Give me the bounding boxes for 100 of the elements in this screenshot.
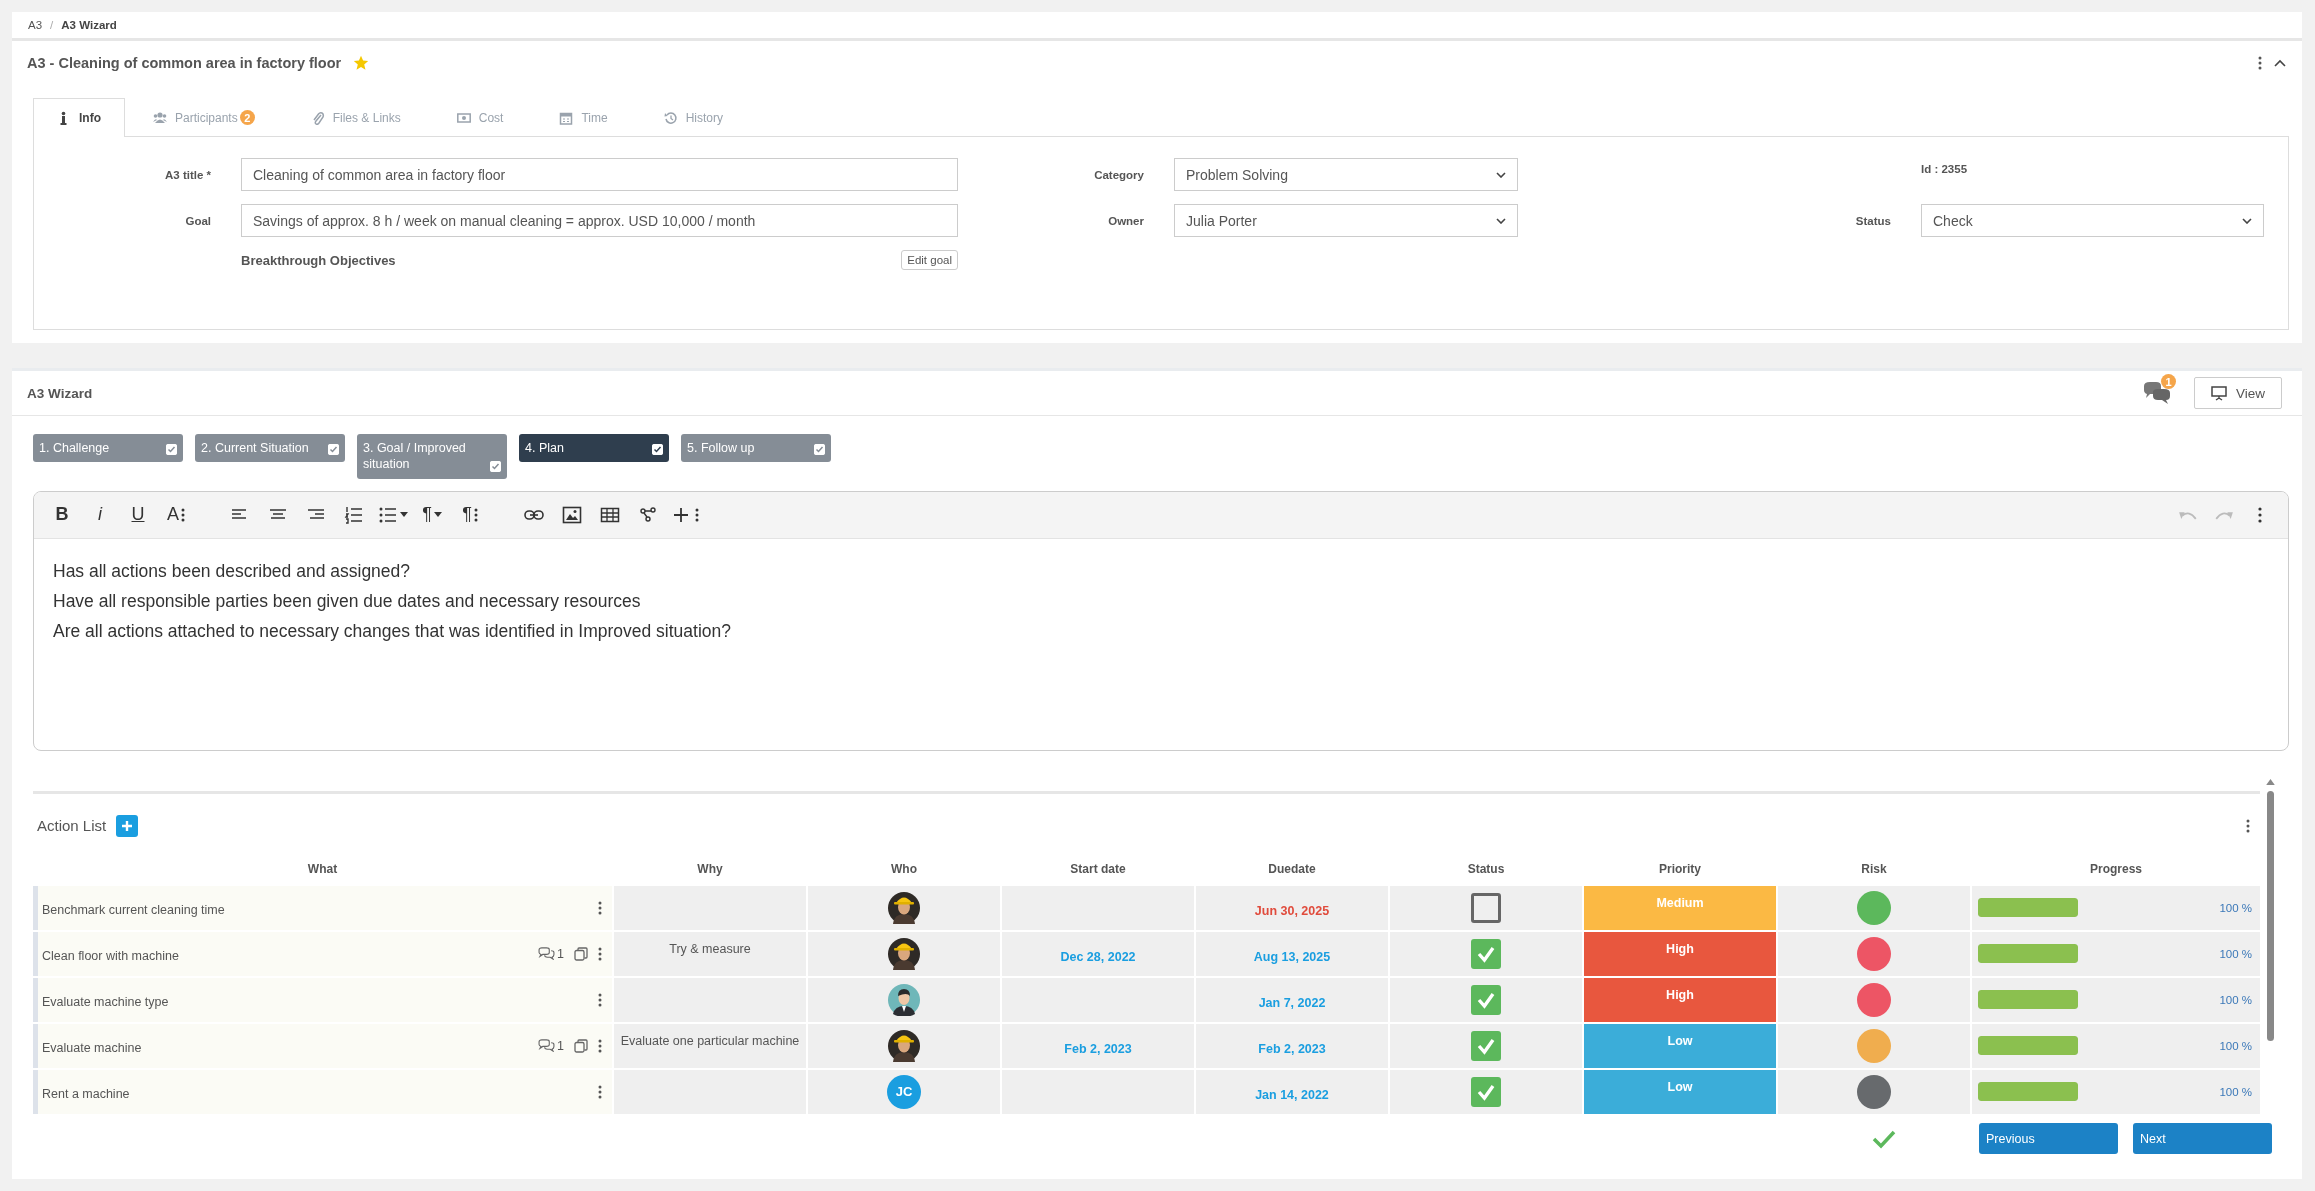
image-icon bbox=[562, 504, 582, 525]
chevron-down-icon bbox=[2242, 217, 2252, 224]
next-button[interactable]: Next bbox=[2133, 1123, 2272, 1154]
checkbox[interactable] bbox=[1471, 938, 1501, 969]
table-cell: Feb 2, 2023 bbox=[1002, 1023, 1194, 1068]
chevron-down-icon bbox=[1496, 217, 1506, 224]
more-icon bbox=[598, 900, 602, 915]
progress-value: 100 % bbox=[2219, 1039, 2252, 1052]
field-label: Status bbox=[1854, 214, 1891, 227]
font-size-button[interactable]: A bbox=[158, 497, 194, 532]
column-header: What bbox=[306, 860, 339, 878]
count-badge: 2 bbox=[239, 110, 255, 125]
more-icon bbox=[2246, 818, 2250, 833]
table-cell: Feb 2, 2023 bbox=[1196, 1023, 1388, 1068]
more-icon bbox=[2258, 56, 2262, 70]
chevron-down-icon bbox=[1496, 171, 1506, 178]
progress-value: 100 % bbox=[2219, 993, 2252, 1006]
action-title[interactable]: Clean floor with machine bbox=[42, 944, 529, 963]
more-icon bbox=[598, 992, 602, 1007]
copy-icon[interactable] bbox=[574, 1038, 588, 1053]
checkbox[interactable] bbox=[1471, 1076, 1501, 1107]
section-title: Action List bbox=[37, 817, 107, 834]
table-cell: Try & measure bbox=[614, 931, 806, 976]
table-cell: Jan 7, 2022 bbox=[1196, 977, 1388, 1022]
italic-button[interactable]: i bbox=[82, 497, 118, 532]
plus-icon bbox=[121, 819, 134, 832]
category-select[interactable]: Problem Solving bbox=[1174, 158, 1518, 191]
status-select[interactable]: Check bbox=[1921, 204, 2264, 237]
more-icon bbox=[598, 946, 602, 961]
action-title[interactable]: Benchmark current cleaning time bbox=[42, 898, 588, 917]
table-cell: Jan 14, 2022 bbox=[1196, 1069, 1388, 1114]
comment-count: 1 bbox=[557, 1038, 564, 1053]
presentation-icon bbox=[2210, 385, 2227, 401]
paperclip-icon bbox=[310, 110, 325, 125]
editor-text-line: Are all actions attached to necessary changes that was identified in Improved situation? bbox=[53, 619, 733, 643]
money-icon bbox=[456, 110, 471, 125]
column-header: Status bbox=[1466, 860, 1506, 878]
collapse-icon[interactable] bbox=[2274, 59, 2286, 67]
priority-cell: Medium bbox=[1584, 885, 1776, 930]
priority-cell: Low bbox=[1584, 1023, 1776, 1068]
ordered-list-icon bbox=[344, 504, 364, 525]
owner-select[interactable]: Julia Porter bbox=[1174, 204, 1518, 237]
more-icon bbox=[598, 1038, 602, 1053]
table-cell: Evaluate one particular machine bbox=[614, 1023, 806, 1068]
priority-cell: High bbox=[1584, 977, 1776, 1022]
bold-button[interactable]: B bbox=[44, 497, 80, 532]
id-label: Id : 2355 bbox=[1921, 162, 1969, 175]
field-label: A3 title * bbox=[164, 168, 211, 181]
people-icon bbox=[153, 110, 167, 125]
paragraph-style-button[interactable]: ¶ bbox=[452, 497, 488, 532]
breadcrumb-item[interactable]: A3 bbox=[28, 19, 43, 31]
column-header: Priority bbox=[1658, 860, 1702, 878]
section-title: A3 Wizard bbox=[27, 385, 93, 401]
column-header: Start date bbox=[1069, 860, 1127, 878]
priority-cell: High bbox=[1584, 931, 1776, 976]
editor-text-line: Have all responsible parties been given due dates and necessary resources bbox=[53, 589, 642, 613]
comment-count: 1 bbox=[557, 946, 564, 961]
nodes-icon bbox=[638, 504, 658, 525]
column-header: Progress bbox=[2089, 860, 2143, 878]
action-title[interactable]: Evaluate machine type bbox=[42, 990, 588, 1009]
comments-icon[interactable] bbox=[538, 1039, 556, 1052]
previous-button[interactable]: Previous bbox=[1979, 1123, 2118, 1154]
man-avatar bbox=[888, 983, 920, 1016]
paragraph-format-button[interactable]: ¶ bbox=[414, 497, 450, 532]
field-label: Goal bbox=[184, 214, 211, 227]
wizard-step[interactable]: 4. Plan bbox=[519, 434, 669, 463]
field-label: Owner bbox=[1107, 214, 1144, 227]
title-field[interactable]: Cleaning of common area in factory floor bbox=[241, 158, 958, 191]
edit-goal-button[interactable]: Edit goal bbox=[901, 250, 958, 270]
more-icon bbox=[598, 1084, 602, 1099]
field-label: Category bbox=[1093, 168, 1144, 181]
goal-field[interactable]: Savings of approx. 8 h / week on manual cleaning = approx. USD 10,000 / month bbox=[241, 204, 958, 237]
initials-avatar: JC bbox=[887, 1074, 921, 1109]
editor-text-line: Has all actions been described and assigned? bbox=[53, 559, 412, 583]
history-icon bbox=[663, 110, 678, 125]
checkbox[interactable] bbox=[1471, 984, 1501, 1015]
progress-value: 100 % bbox=[2219, 901, 2252, 914]
column-header: Why bbox=[696, 860, 724, 878]
comments-icon[interactable] bbox=[538, 947, 556, 960]
underline-button[interactable]: U bbox=[120, 497, 156, 532]
checkbox[interactable] bbox=[1471, 892, 1501, 923]
action-title[interactable]: Evaluate machine bbox=[42, 1036, 529, 1055]
action-title[interactable]: Rent a machine bbox=[42, 1082, 588, 1101]
column-header: Duedate bbox=[1267, 860, 1317, 878]
comments-icon[interactable] bbox=[2141, 380, 2172, 406]
calendar-icon bbox=[559, 110, 574, 125]
copy-icon[interactable] bbox=[574, 946, 588, 961]
column-header: Risk bbox=[1860, 860, 1888, 878]
breadcrumb-item: A3 Wizard bbox=[61, 19, 117, 31]
breadcrumb-separator: / bbox=[50, 19, 54, 31]
worker-avatar bbox=[888, 891, 920, 924]
checkbox[interactable] bbox=[1471, 1030, 1501, 1061]
view-button[interactable]: View bbox=[2193, 377, 2282, 409]
priority-cell: Low bbox=[1584, 1069, 1776, 1114]
worker-avatar bbox=[888, 1029, 920, 1062]
count-badge: 1 bbox=[2160, 374, 2176, 389]
star-icon[interactable] bbox=[353, 55, 370, 71]
scroll-up-icon[interactable] bbox=[2266, 779, 2275, 785]
tab[interactable]: Info bbox=[33, 98, 125, 137]
add-button[interactable] bbox=[116, 814, 139, 837]
